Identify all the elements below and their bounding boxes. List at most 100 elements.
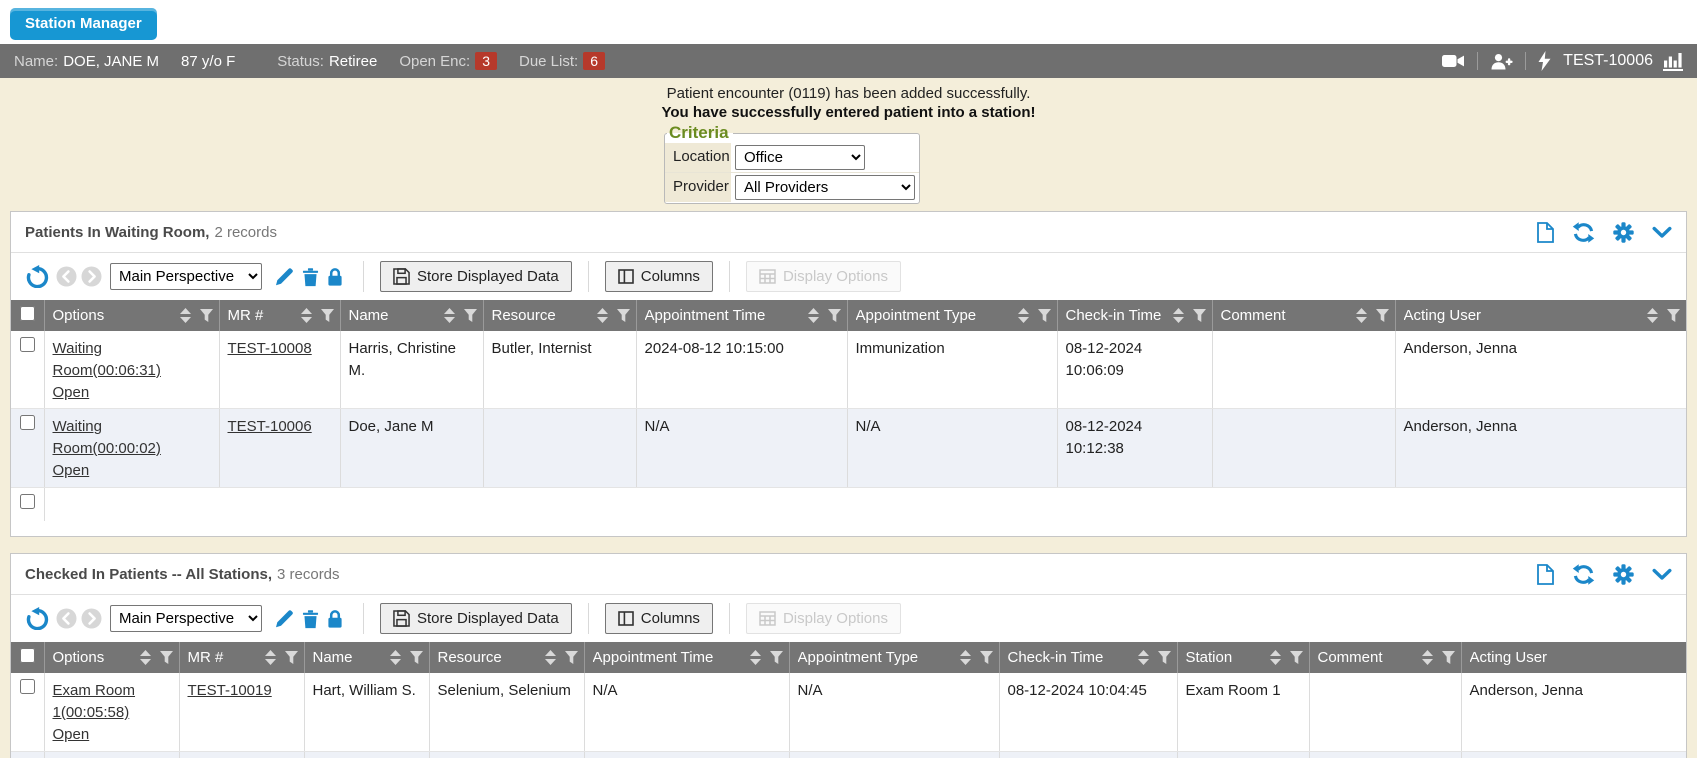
filter-icon[interactable] — [160, 651, 173, 664]
footer-checkbox[interactable] — [20, 494, 35, 509]
columns-icon — [618, 269, 634, 284]
header-row: Options MR # Name Resource Appointment T… — [11, 300, 1686, 331]
forward-circle-icon[interactable] — [81, 266, 102, 287]
pencil-icon[interactable] — [274, 267, 294, 287]
mr-link[interactable]: TEST-10019 — [188, 680, 272, 702]
sort-icon[interactable] — [750, 650, 761, 665]
mr-link[interactable]: TEST-10006 — [228, 416, 312, 438]
sort-icon[interactable] — [1018, 308, 1029, 323]
sort-icon[interactable] — [1138, 650, 1149, 665]
gear-icon[interactable] — [1613, 222, 1634, 243]
trash-icon[interactable] — [302, 609, 319, 629]
waiting-room-link[interactable]: Waiting Room(00:06:31) — [53, 338, 211, 382]
chevron-down-icon[interactable] — [1652, 568, 1672, 581]
filter-icon[interactable] — [1290, 651, 1303, 664]
cell-comment — [1309, 673, 1461, 751]
filter-icon[interactable] — [828, 309, 841, 322]
cell-checkin: 08-12-2024 10:06:09 — [1057, 331, 1212, 409]
sort-icon[interactable] — [1270, 650, 1281, 665]
cell-acting-user: Anderson, Jenna — [1395, 409, 1686, 487]
back-circle-icon[interactable] — [56, 266, 77, 287]
filter-icon[interactable] — [1038, 309, 1051, 322]
sort-icon[interactable] — [390, 650, 401, 665]
row-checkbox[interactable] — [20, 337, 35, 352]
filter-icon[interactable] — [565, 651, 578, 664]
waiting-room-link[interactable]: Waiting Room(00:00:02) — [53, 416, 211, 460]
exam-room-link[interactable]: Exam Room 1(00:05:58) — [53, 680, 171, 724]
sort-icon[interactable] — [1356, 308, 1367, 323]
refresh-icon[interactable] — [1572, 564, 1595, 585]
sort-icon[interactable] — [265, 650, 276, 665]
filter-icon[interactable] — [1193, 309, 1206, 322]
pencil-icon[interactable] — [274, 609, 294, 629]
forward-circle-icon[interactable] — [81, 608, 102, 629]
sort-icon[interactable] — [301, 308, 312, 323]
store-displayed-data-button[interactable]: Store Displayed Data — [380, 603, 572, 634]
new-document-icon[interactable] — [1537, 564, 1554, 585]
cell-checkin: 08-12-2024 10:12:38 — [1057, 409, 1212, 487]
select-all-checkbox[interactable] — [20, 648, 35, 663]
sort-icon[interactable] — [597, 308, 608, 323]
cell-name: Harris, Christine M. — [304, 751, 429, 758]
filter-icon[interactable] — [1158, 651, 1171, 664]
open-link[interactable]: Open — [53, 724, 90, 746]
sort-icon[interactable] — [140, 650, 151, 665]
sort-icon[interactable] — [960, 650, 971, 665]
footer-row — [11, 487, 1686, 521]
open-enc-badge[interactable]: 3 — [475, 52, 497, 70]
mr-link[interactable]: TEST-10008 — [228, 338, 312, 360]
location-select[interactable]: Office — [735, 145, 865, 170]
filter-icon[interactable] — [200, 309, 213, 322]
cell-station: Exam Room 1 — [1177, 673, 1309, 751]
bar-chart-icon[interactable] — [1663, 52, 1683, 71]
filter-icon[interactable] — [285, 651, 298, 664]
columns-button[interactable]: Columns — [605, 603, 713, 634]
sort-icon[interactable] — [545, 650, 556, 665]
back-circle-icon[interactable] — [56, 608, 77, 629]
chevron-down-icon[interactable] — [1652, 226, 1672, 239]
columns-button[interactable]: Columns — [605, 261, 713, 292]
filter-icon[interactable] — [1376, 309, 1389, 322]
sort-icon[interactable] — [1422, 650, 1433, 665]
row-checkbox[interactable] — [20, 415, 35, 430]
filter-icon[interactable] — [1442, 651, 1455, 664]
perspective-select[interactable]: Main Perspective — [110, 605, 262, 632]
due-list-badge[interactable]: 6 — [583, 52, 605, 70]
tab-station-manager[interactable]: Station Manager — [10, 8, 157, 40]
undo-icon[interactable] — [25, 265, 50, 288]
sort-icon[interactable] — [444, 308, 455, 323]
person-add-icon[interactable] — [1490, 53, 1513, 70]
filter-icon[interactable] — [1667, 309, 1680, 322]
select-all-checkbox[interactable] — [20, 306, 35, 321]
sort-icon[interactable] — [1173, 308, 1184, 323]
filter-icon[interactable] — [321, 309, 334, 322]
new-document-icon[interactable] — [1537, 222, 1554, 243]
sort-icon[interactable] — [180, 308, 191, 323]
sort-icon[interactable] — [1647, 308, 1658, 323]
open-link[interactable]: Open — [53, 460, 90, 482]
filter-icon[interactable] — [770, 651, 783, 664]
open-link[interactable]: Open — [53, 382, 90, 404]
undo-icon[interactable] — [25, 607, 50, 630]
panel-title: Patients In Waiting Room, — [25, 224, 209, 241]
table-row: Exam Room 1(00:05:58)Open TEST-10019 Har… — [11, 673, 1686, 751]
store-displayed-data-button[interactable]: Store Displayed Data — [380, 261, 572, 292]
video-camera-icon[interactable] — [1442, 53, 1465, 69]
lock-icon[interactable] — [327, 267, 343, 287]
row-checkbox[interactable] — [20, 679, 35, 694]
checked-in-table: Options MR # Name Resource Appointment T… — [11, 642, 1686, 758]
refresh-icon[interactable] — [1572, 222, 1595, 243]
name-label: Name: — [14, 53, 58, 70]
filter-icon[interactable] — [980, 651, 993, 664]
filter-icon[interactable] — [617, 309, 630, 322]
sort-icon[interactable] — [808, 308, 819, 323]
filter-icon[interactable] — [410, 651, 423, 664]
provider-select[interactable]: All Providers — [735, 175, 915, 200]
lightning-bolt-icon[interactable] — [1538, 51, 1551, 71]
filter-icon[interactable] — [464, 309, 477, 322]
trash-icon[interactable] — [302, 267, 319, 287]
gear-icon[interactable] — [1613, 564, 1634, 585]
perspective-select[interactable]: Main Perspective — [110, 263, 262, 290]
cell-appt-type: N/A — [789, 673, 999, 751]
lock-icon[interactable] — [327, 609, 343, 629]
